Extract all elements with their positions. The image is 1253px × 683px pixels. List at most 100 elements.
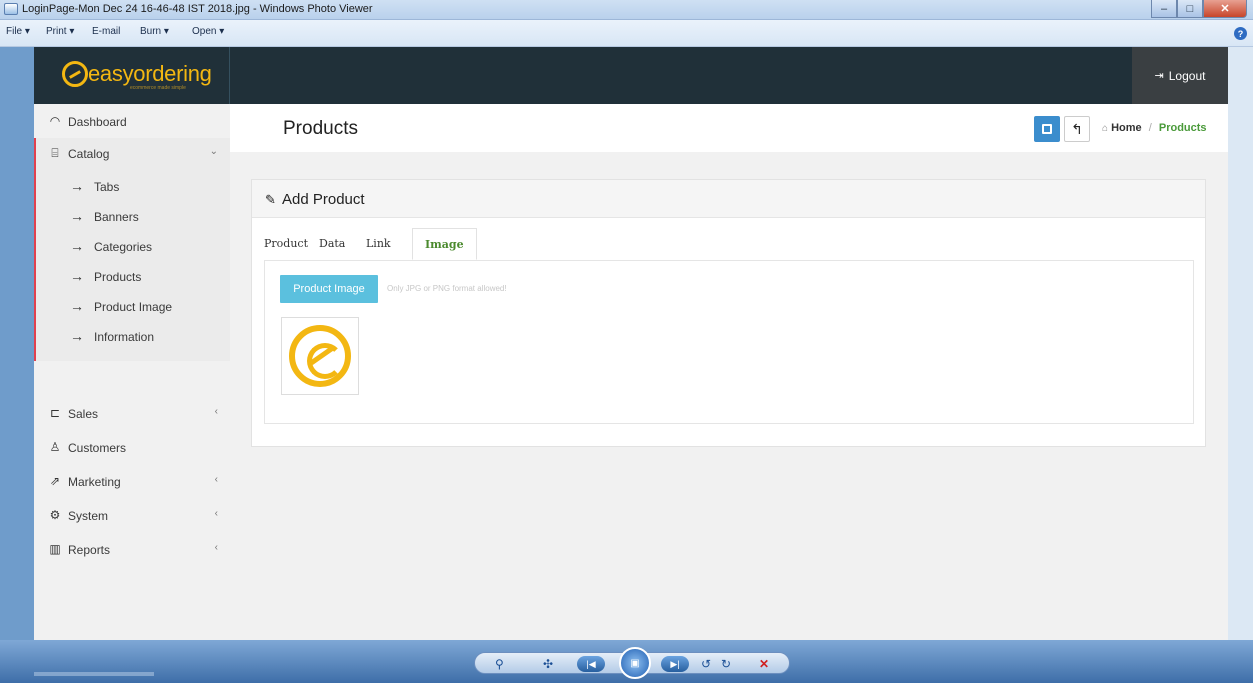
chevron-left-icon: ‹ xyxy=(214,406,218,417)
arrow-right-icon: → xyxy=(70,208,84,224)
chevron-left-icon: ‹ xyxy=(214,542,218,553)
sidebar-item-label: Sales xyxy=(68,407,99,421)
sidebar-item-label: Dashboard xyxy=(68,115,127,129)
image-tab-pane: Product Image Only JPG or PNG format all… xyxy=(264,260,1194,424)
sidebar-item-label: System xyxy=(68,509,109,523)
minimize-button[interactable]: – xyxy=(1151,0,1177,18)
rotate-left-icon[interactable]: ↺ xyxy=(701,656,711,672)
arrow-right-icon: → xyxy=(70,268,84,284)
menu-print[interactable]: Print ▾ xyxy=(46,26,74,37)
cart-icon: ⊏ xyxy=(49,406,61,420)
back-button[interactable]: ↰ xyxy=(1064,116,1090,142)
viewer-controls: ⚲ ✣ |◀ ▣ ▶| ↺ ↻ ✕ xyxy=(474,647,790,679)
sidebar-subitem-product-image[interactable]: → Product Image xyxy=(36,292,232,322)
sidebar-subitem-categories[interactable]: → Categories xyxy=(36,232,232,262)
reply-icon: ↰ xyxy=(1071,120,1083,137)
sidebar-item-dashboard[interactable]: ◠ Dashboard xyxy=(34,106,230,138)
logo-text: easyordering xyxy=(88,61,212,86)
close-button[interactable]: ✕ xyxy=(1203,0,1247,18)
actual-size-icon[interactable]: ✣ xyxy=(543,656,553,672)
tab-image[interactable]: Image xyxy=(412,228,477,260)
window-titlebar: LoginPage-Mon Dec 24 16-46-48 IST 2018.j… xyxy=(0,0,1253,20)
breadcrumb-current[interactable]: Products xyxy=(1159,122,1207,134)
sidebar-subitem-label: Categories xyxy=(94,240,153,254)
sidebar-item-label: Marketing xyxy=(68,475,121,489)
sidebar-item-sales[interactable]: ⊏ Sales ‹ xyxy=(34,398,230,430)
main-content: Products ↰ ⌂ Home / Products ✎ Add Produ… xyxy=(230,104,1228,640)
page-header: Products ↰ ⌂ Home / Products xyxy=(230,104,1228,152)
panel-title: Add Product xyxy=(282,191,365,208)
chevron-left-icon: ‹ xyxy=(214,508,218,519)
sidebar-subitem-label: Tabs xyxy=(94,180,120,194)
sidebar-subitem-label: Banners xyxy=(94,210,139,224)
next-icon[interactable]: ▶| xyxy=(661,656,689,672)
menu-open[interactable]: Open ▾ xyxy=(192,26,224,37)
help-icon[interactable]: ? xyxy=(1234,27,1247,40)
window-title: LoginPage-Mon Dec 24 16-46-48 IST 2018.j… xyxy=(22,3,373,15)
taskbar-status xyxy=(34,672,154,676)
app-topbar: easyordering ecommerce made simple ⇥ Log… xyxy=(34,47,1228,104)
logo-mark-icon xyxy=(62,61,88,87)
menu-burn[interactable]: Burn ▾ xyxy=(140,26,169,37)
page-title: Products xyxy=(283,118,358,139)
gear-icon: ⚙ xyxy=(49,508,61,522)
arrow-right-icon: → xyxy=(70,238,84,254)
chevron-down-icon: ⌄ xyxy=(209,146,218,157)
sidebar-item-label: Reports xyxy=(68,543,111,557)
easyordering-logo-icon xyxy=(289,325,351,387)
logo[interactable]: easyordering ecommerce made simple xyxy=(34,47,230,104)
menu-email[interactable]: E-mail xyxy=(92,26,120,37)
sidebar-subitem-tabs[interactable]: → Tabs xyxy=(36,172,232,202)
maximize-button[interactable]: □ xyxy=(1177,0,1203,18)
viewer-toolbar: ⚲ ✣ |◀ ▣ ▶| ↺ ↻ ✕ xyxy=(0,640,1253,683)
sidebar-subitem-information[interactable]: → Information xyxy=(36,322,232,352)
arrow-right-icon: → xyxy=(70,298,84,314)
arrow-right-icon: → xyxy=(70,178,84,194)
sidebar-subitem-label: Products xyxy=(94,270,142,284)
sidebar-subitem-products[interactable]: → Products xyxy=(36,262,232,292)
catalog-icon: ⌸ xyxy=(51,146,59,160)
rotate-right-icon[interactable]: ↻ xyxy=(721,656,731,672)
pencil-icon: ✎ xyxy=(265,192,276,207)
home-icon: ⌂ xyxy=(1102,123,1109,134)
sidebar-item-label: Catalog xyxy=(68,147,110,161)
delete-icon[interactable]: ✕ xyxy=(759,656,769,672)
slideshow-icon[interactable]: ▣ xyxy=(619,647,651,679)
product-image-thumbnail[interactable] xyxy=(281,317,359,395)
logout-button[interactable]: ⇥ Logout xyxy=(1132,47,1228,104)
menubar: File ▾ Print ▾ E-mail Burn ▾ Open ▾ ? xyxy=(0,20,1253,47)
save-icon xyxy=(1042,124,1052,134)
viewer-right-edge xyxy=(1228,47,1253,640)
user-icon: ♙ xyxy=(49,440,61,454)
tab-data[interactable]: Data xyxy=(319,228,345,260)
breadcrumb-home[interactable]: Home xyxy=(1111,122,1142,134)
sidebar-item-catalog[interactable]: ⌸ Catalog ⌄ xyxy=(34,138,230,170)
menu-file[interactable]: File ▾ xyxy=(6,26,30,37)
sidebar-subitem-banners[interactable]: → Banners xyxy=(36,202,232,232)
sidebar-item-customers[interactable]: ♙ Customers xyxy=(34,432,230,464)
window-controls: – □ ✕ xyxy=(1151,0,1247,18)
product-image-button[interactable]: Product Image xyxy=(280,275,378,303)
zoom-icon[interactable]: ⚲ xyxy=(495,656,504,672)
add-product-panel: ✎ Add Product Product Data Link Image Pr… xyxy=(251,179,1206,447)
sidebar-subitem-label: Information xyxy=(94,330,155,344)
logout-label: Logout xyxy=(1168,68,1206,83)
sign-out-icon: ⇥ xyxy=(1154,70,1164,82)
bar-chart-icon: ▥ xyxy=(49,542,61,556)
save-button[interactable] xyxy=(1034,116,1060,142)
previous-icon[interactable]: |◀ xyxy=(577,656,605,672)
catalog-group: ⌸ Catalog ⌄ → Tabs → Banners → Categorie… xyxy=(34,138,230,361)
breadcrumb: ⌂ Home / Products xyxy=(1102,122,1207,134)
tab-link[interactable]: Link xyxy=(366,228,391,260)
chevron-left-icon: ‹ xyxy=(214,474,218,485)
photo-viewer-icon xyxy=(4,3,18,15)
sidebar-item-system[interactable]: ⚙ System ‹ xyxy=(34,500,230,532)
photo-content: easyordering ecommerce made simple ⇥ Log… xyxy=(34,47,1228,640)
sidebar-item-reports[interactable]: ▥ Reports ‹ xyxy=(34,534,230,566)
share-icon: ⇗ xyxy=(49,474,61,488)
sidebar-subitem-label: Product Image xyxy=(94,300,173,314)
panel-header: ✎ Add Product xyxy=(252,180,1205,218)
tab-product[interactable]: Product xyxy=(264,228,308,260)
sidebar-item-marketing[interactable]: ⇗ Marketing ‹ xyxy=(34,466,230,498)
arrow-right-icon: → xyxy=(70,328,84,344)
